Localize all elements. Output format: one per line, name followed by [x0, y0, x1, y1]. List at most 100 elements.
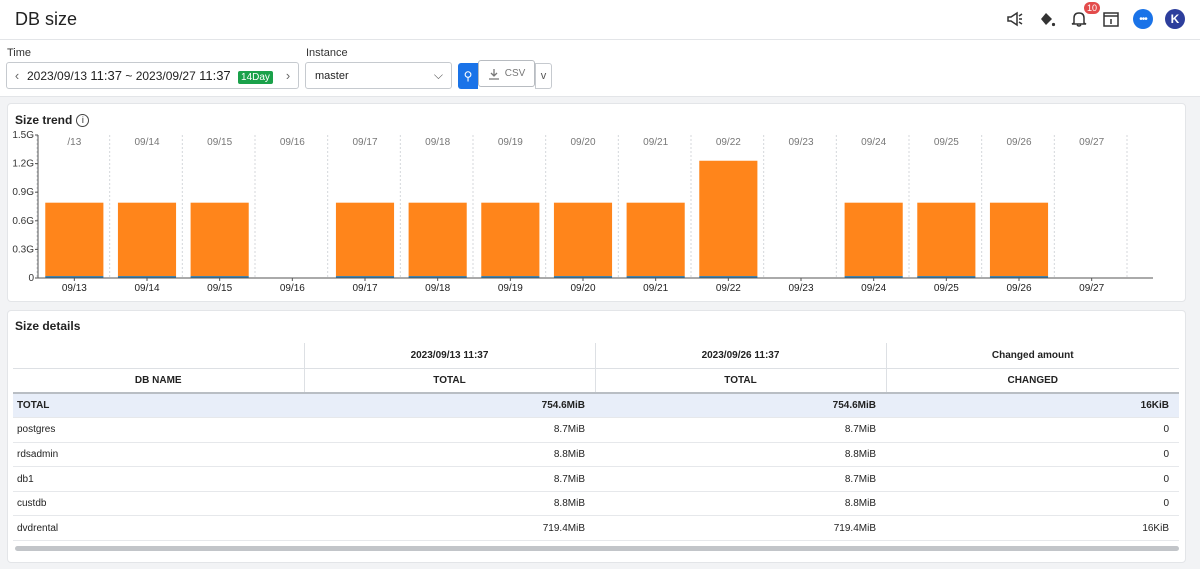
x-tick-label: 09/25: [934, 283, 959, 294]
top-bar: DB size 10 ••• K: [0, 0, 1200, 40]
cell-name: TOTAL: [13, 393, 304, 419]
time-range-text[interactable]: 2023/09/13 11:37 ~ 2023/09/27 11:37 14Da…: [27, 68, 278, 84]
cell-end: 8.7MiB: [595, 417, 886, 443]
table-row[interactable]: postgres 8.7MiB 8.7MiB 0: [13, 417, 1179, 443]
x-tick-label: 09/18: [425, 283, 450, 294]
bar-09-21-series-1: [626, 202, 685, 277]
group-header-name: [13, 343, 305, 369]
size-details-title: Size details: [15, 319, 81, 333]
chevron-left-icon[interactable]: ‹: [7, 68, 27, 83]
top-icons: 10 ••• K: [1004, 2, 1186, 30]
cell-changed: 0: [886, 491, 1179, 517]
time-range-badge: 14Day: [238, 71, 273, 84]
size-details-card: Size details 2023/09/13 11:37 2023/09/26…: [7, 310, 1186, 563]
bar-09-25-series-1: [917, 202, 976, 277]
cell-changed: 16KiB: [886, 393, 1179, 419]
bar-09-26-series-1: [989, 202, 1049, 277]
y-tick-label: 0: [28, 273, 34, 284]
x-tick-label: 09/26: [1006, 283, 1031, 294]
x-tick-label: 09/22: [716, 283, 741, 294]
cell-start: 8.7MiB: [304, 466, 595, 492]
x-tick-label: 09/14: [134, 283, 159, 294]
cell-start: 8.8MiB: [304, 491, 595, 517]
time-range-picker[interactable]: ‹ 2023/09/13 11:37 ~ 2023/09/27 11:37 14…: [6, 62, 299, 89]
x-tick-label: 09/15: [207, 283, 232, 294]
megaphone-icon[interactable]: [1004, 8, 1026, 30]
column-header-changed[interactable]: CHANGED: [886, 368, 1179, 394]
top-axis-label: 09/24: [861, 137, 886, 148]
download-icon: [488, 68, 499, 80]
bar-09-18-series-1: [408, 202, 467, 277]
table-row[interactable]: db1 8.7MiB 8.7MiB 0: [13, 466, 1179, 492]
group-header-start: 2023/09/13 11:37: [304, 343, 596, 369]
cell-end: 8.8MiB: [595, 491, 886, 517]
table-row[interactable]: TOTAL 754.6MiB 754.6MiB 16KiB: [13, 393, 1179, 419]
cell-changed: 0: [886, 466, 1179, 492]
calendar-info-icon[interactable]: [1100, 8, 1122, 30]
top-axis-label: 09/16: [280, 137, 305, 148]
search-button[interactable]: ⚲: [458, 63, 478, 89]
chat-icon[interactable]: •••: [1132, 8, 1154, 30]
filter-bar: Time ‹ 2023/09/13 11:37 ~ 2023/09/27 11:…: [0, 40, 1200, 97]
column-header-start-total[interactable]: TOTAL: [304, 368, 596, 394]
cell-start: 8.8MiB: [304, 442, 595, 468]
cell-changed: 16KiB: [886, 515, 1179, 542]
top-axis-label: 09/15: [207, 137, 232, 148]
instance-select[interactable]: master ⌵: [305, 62, 452, 89]
size-trend-chart: 0 0.3G 0.6G 0.9G 1.2G 1.5G/13 09/14 09/15 09/16 0…: [12, 130, 1153, 294]
cell-name: db1: [13, 466, 304, 492]
cell-end: 8.8MiB: [595, 442, 886, 468]
cell-start: 754.6MiB: [304, 393, 595, 419]
bar-09-24-series-1: [844, 202, 903, 277]
cell-name: postgres: [13, 417, 304, 443]
cell-end: 8.7MiB: [595, 466, 886, 492]
x-tick-label: 09/27: [1079, 283, 1104, 294]
column-header-end-total[interactable]: TOTAL: [595, 368, 887, 394]
cell-changed: 0: [886, 417, 1179, 443]
top-axis-label: 09/25: [934, 137, 959, 148]
bar-09-17-series-1: [335, 202, 395, 277]
table-row[interactable]: rdsadmin 8.8MiB 8.8MiB 0: [13, 442, 1179, 468]
paint-bucket-icon[interactable]: [1036, 8, 1058, 30]
bar-09-15-series-1: [190, 202, 249, 277]
y-tick-label: 0.9G: [12, 187, 34, 198]
x-tick-label: 09/24: [861, 283, 886, 294]
size-trend-title: Size trend i: [15, 113, 90, 127]
x-tick-label: 09/19: [498, 283, 523, 294]
size-trend-card: Size trend i 0 0.3G 0.6G 0.9G 1.2G 1.5G/13 09/1…: [7, 103, 1186, 302]
cell-name: rdsadmin: [13, 442, 304, 468]
chevron-right-icon[interactable]: ›: [278, 68, 298, 83]
time-label: Time: [7, 47, 32, 59]
horizontal-scrollbar[interactable]: [15, 546, 1179, 551]
group-header-changed: Changed amount: [886, 343, 1179, 369]
x-tick-label: 09/13: [62, 283, 87, 294]
cell-name: custdb: [13, 491, 304, 517]
page-title: DB size: [15, 9, 78, 29]
top-axis-label: 09/17: [352, 137, 377, 148]
notification-badge: 10: [1083, 2, 1100, 14]
bell-icon[interactable]: 10: [1068, 2, 1100, 30]
cell-end: 754.6MiB: [595, 393, 886, 419]
bar-09-20-series-1: [553, 202, 613, 277]
search-icon: ⚲: [463, 69, 473, 83]
csv-download-button[interactable]: CSV: [478, 60, 535, 87]
bar-09-22-series-1: [699, 160, 758, 277]
table-row[interactable]: dvdrental 719.4MiB 719.4MiB 16KiB: [13, 515, 1179, 542]
info-icon[interactable]: i: [76, 114, 90, 127]
cell-start: 8.7MiB: [304, 417, 595, 443]
more-options-button[interactable]: v: [535, 63, 552, 89]
avatar[interactable]: K: [1164, 8, 1186, 30]
table-row[interactable]: custdb 8.8MiB 8.8MiB 0: [13, 491, 1179, 517]
x-tick-label: 09/23: [788, 283, 813, 294]
bar-09-19-series-1: [481, 202, 540, 277]
bar-09-14-series-1: [117, 202, 177, 277]
cell-end: 719.4MiB: [595, 515, 886, 542]
column-header-db-name[interactable]: DB NAME: [13, 368, 305, 394]
top-axis-label: 09/27: [1079, 137, 1104, 148]
group-header-end: 2023/09/26 11:37: [595, 343, 887, 369]
cell-name: dvdrental: [13, 515, 304, 542]
x-tick-label: 09/21: [643, 283, 668, 294]
top-axis-label: 09/26: [1006, 137, 1031, 148]
top-axis-label: 09/14: [134, 137, 159, 148]
instance-label: Instance: [306, 47, 348, 59]
